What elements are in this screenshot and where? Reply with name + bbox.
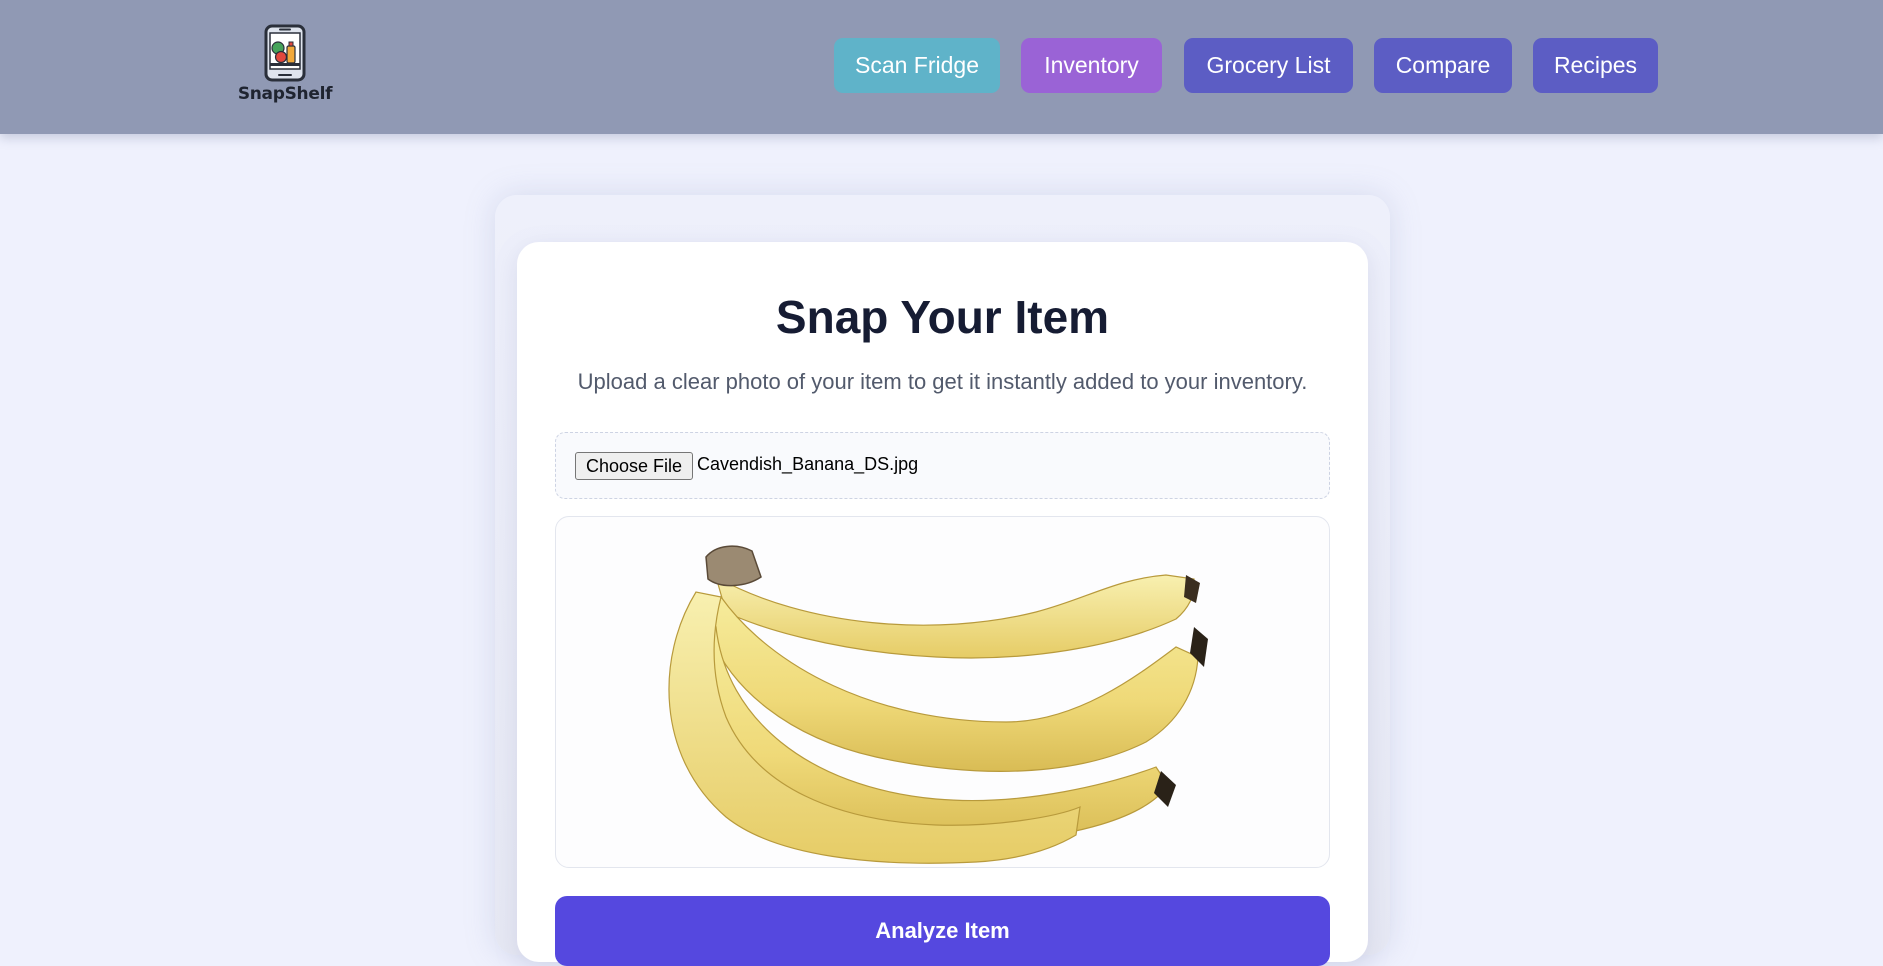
file-upload-field[interactable]: Choose File Cavendish_Banana_DS.jpg [555,432,1330,499]
selected-file-name: Cavendish_Banana_DS.jpg [697,454,919,474]
snapshelf-logo[interactable]: SnapShelf [237,24,333,108]
top-navigation-bar: SnapShelf Scan Fridge Inventory Grocery … [0,0,1883,134]
nav-compare-button[interactable]: Compare [1374,38,1512,93]
phone-grocery-icon [264,24,306,82]
analyze-item-button[interactable]: Analyze Item [555,896,1330,966]
nav-scan-fridge-button[interactable]: Scan Fridge [834,38,1000,93]
nav-inventory-button[interactable]: Inventory [1021,38,1162,93]
image-preview [555,516,1330,868]
page-subtitle: Upload a clear photo of your item to get… [577,369,1308,394]
nav-grocery-list-button[interactable]: Grocery List [1184,38,1353,93]
choose-file-button[interactable]: Choose File [575,452,694,480]
page-title: Snap Your Item [775,291,1110,343]
nav-recipes-button[interactable]: Recipes [1533,38,1658,93]
logo-text: SnapShelf [237,84,333,104]
banana-bunch-image [668,545,1208,864]
